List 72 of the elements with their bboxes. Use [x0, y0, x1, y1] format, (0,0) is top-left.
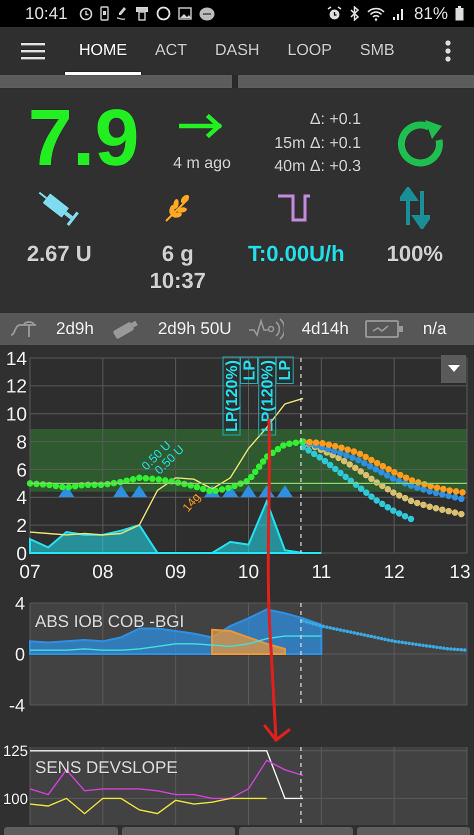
overflow-menu-icon[interactable] [445, 40, 451, 62]
bluetooth-icon [348, 6, 360, 21]
menu-icon[interactable] [20, 42, 44, 60]
ring-icon [156, 6, 171, 21]
stat-value: T:0.00U/h [248, 240, 345, 267]
wifi-icon [366, 6, 385, 20]
axis-label: 4 [16, 488, 27, 510]
axis-label: 2 [16, 516, 27, 537]
watch-badge-icon [198, 6, 215, 20]
stat-value: 100% [386, 240, 443, 267]
image-icon [178, 7, 192, 20]
up-down-arrows-icon[interactable] [400, 187, 430, 229]
delta-value: Δ: +0.1 [310, 110, 361, 130]
delta-value: 40m Δ: +0.3 [274, 157, 361, 177]
stat-value: 10:37 [150, 267, 206, 294]
battery-icon [455, 6, 464, 21]
pulse-signal-icon [248, 317, 284, 341]
axis-label: 11 [311, 562, 332, 583]
tab[interactable]: LOOP [273, 27, 346, 75]
axis-label: 8 [16, 432, 27, 454]
stat-value: 2.67 U [26, 240, 92, 267]
delta-value: 15m Δ: +0.1 [274, 134, 361, 154]
axis-label: 4 [14, 595, 25, 614]
axis-label: 14 [6, 348, 27, 370]
device-age: 2d9h 50U [158, 319, 232, 339]
battery-pulse-icon [364, 319, 405, 339]
axis-label: 12 [384, 562, 405, 583]
device-age: n/a [422, 319, 446, 339]
axis-label: 0 [16, 544, 27, 565]
axis-label: 13 [449, 562, 471, 583]
glucose-value: 7.9 [28, 98, 140, 178]
profile-switch-label: LP(120%) [258, 356, 277, 436]
stat-value: 6 g [162, 240, 194, 267]
axis-label: 10 [6, 404, 27, 426]
signal-icon [392, 6, 405, 20]
axis-label: -4 [8, 695, 25, 715]
chart-title: SENS DEVSLOPE [35, 758, 178, 777]
profile-switch-label: LP(120%) [222, 356, 242, 436]
device-age: 4d14h [302, 319, 349, 339]
axis-label: 09 [165, 562, 186, 583]
axis-label: 08 [92, 562, 114, 583]
annotation: LP [277, 360, 294, 380]
axis-label: 125 [2, 745, 28, 760]
device-icon [134, 6, 149, 21]
caret-icon [448, 365, 460, 373]
alarm-icon [326, 6, 342, 21]
device-age: 2d9h [56, 319, 94, 339]
pen-icon [116, 6, 128, 21]
dropdown-button[interactable] [441, 355, 466, 383]
annotation: LP [242, 360, 258, 380]
axis-label: 6 [16, 460, 27, 482]
tab[interactable]: ACT [141, 27, 201, 75]
phone-icon [100, 6, 109, 21]
carbs-label: 14g [180, 490, 204, 515]
profile-switch-label: LP [276, 356, 294, 384]
battery-percent: 81% [414, 4, 448, 24]
chart-title: ABS IOB COB -BGI [35, 612, 184, 631]
tab[interactable]: DASH [201, 27, 274, 75]
axis-label: 10 [238, 562, 260, 583]
cannula-icon [10, 319, 38, 339]
reading-age: 4 m ago [173, 155, 231, 173]
clock-time: 10:41 [25, 4, 68, 24]
annotation: LP(120%) [260, 360, 277, 432]
tab[interactable]: SMB [346, 27, 409, 75]
axis-label: 100 [2, 790, 28, 808]
clock-icon [78, 6, 93, 20]
axis-label: 07 [19, 562, 41, 583]
right-arrow-icon [179, 114, 225, 138]
annotation: LP(120%) [224, 360, 242, 432]
profile-switch-label: LP [240, 356, 258, 384]
axis-label: 12 [6, 376, 27, 398]
axis-label: 0 [14, 644, 25, 664]
